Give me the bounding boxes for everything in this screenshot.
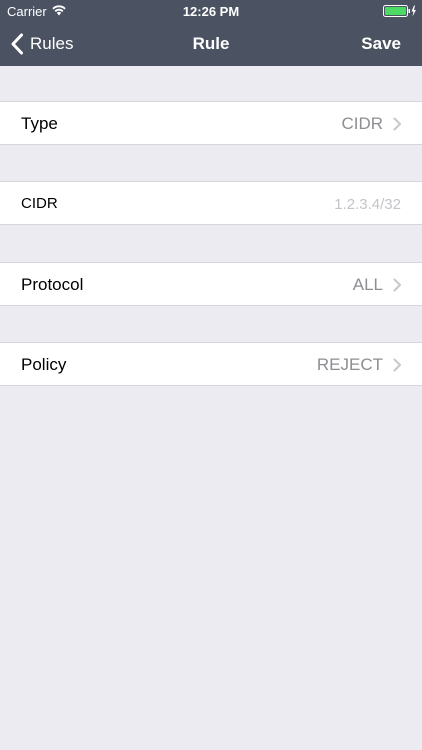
rule-screen: Carrier 12:26 PM Rules Rule Save Type CI… <box>0 0 422 750</box>
cidr-input[interactable] <box>201 193 401 215</box>
protocol-label: Protocol <box>21 275 84 294</box>
protocol-value: ALL <box>352 275 383 294</box>
type-row[interactable]: Type CIDR <box>0 101 422 145</box>
policy-value: REJECT <box>316 355 383 374</box>
navigation-bar: Rules Rule Save <box>0 22 422 66</box>
type-label: Type <box>21 114 58 133</box>
protocol-row[interactable]: Protocol ALL <box>0 262 422 306</box>
cidr-label: CIDR <box>21 195 58 212</box>
chevron-right-icon <box>393 117 401 131</box>
save-button[interactable]: Save <box>361 34 401 54</box>
page-title: Rule <box>192 34 230 53</box>
policy-row[interactable]: Policy REJECT <box>0 342 422 386</box>
battery-icon <box>383 5 416 17</box>
status-bar: Carrier 12:26 PM <box>0 0 422 22</box>
chevron-right-icon <box>393 358 401 372</box>
type-value: CIDR <box>341 114 383 133</box>
chevron-right-icon <box>393 278 401 292</box>
cidr-row: CIDR <box>0 181 422 225</box>
top-bar: Carrier 12:26 PM Rules Rule Save <box>0 0 422 66</box>
policy-label: Policy <box>21 355 67 374</box>
status-time: 12:26 PM <box>182 4 240 19</box>
